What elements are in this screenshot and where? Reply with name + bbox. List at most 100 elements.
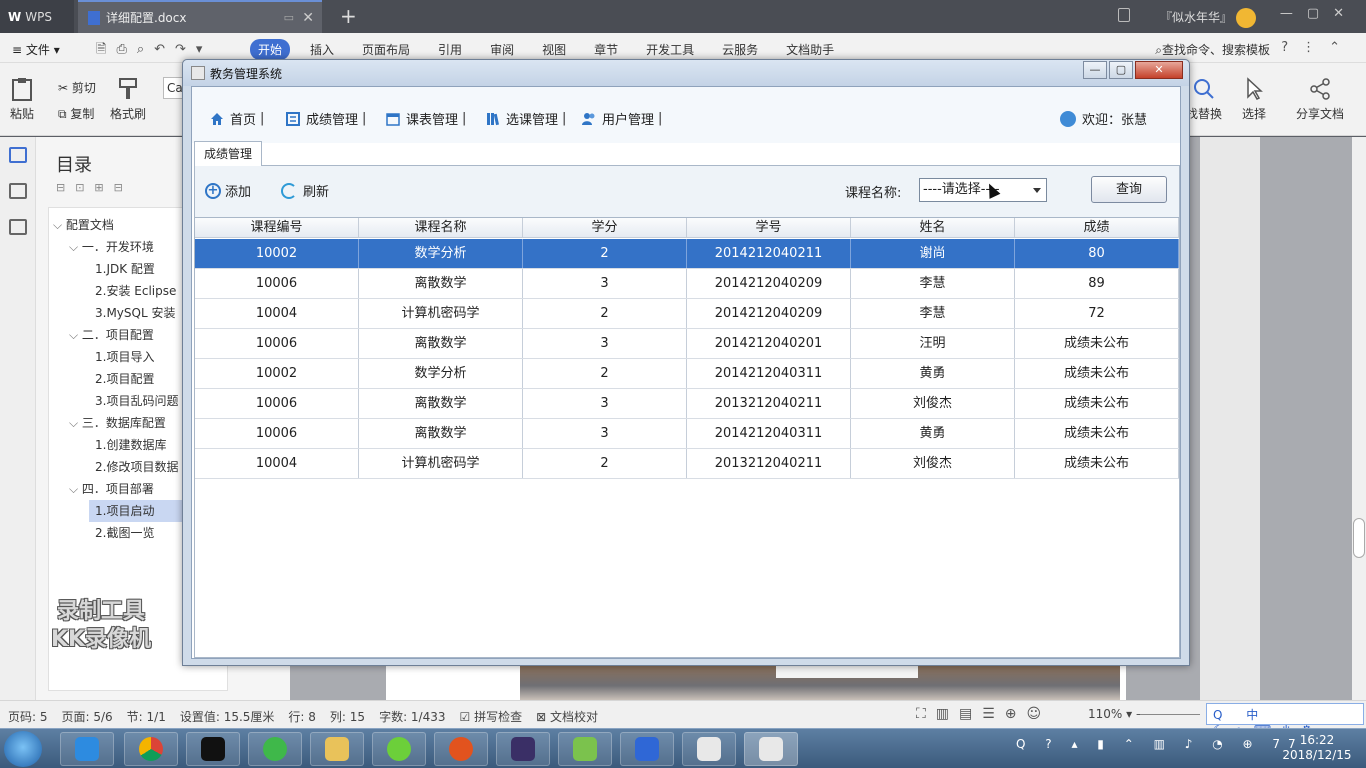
toc-item[interactable]: ⌵ 配置文档 bbox=[53, 214, 114, 236]
window-titlebar[interactable]: 教务管理系统 — ▢ ✕ bbox=[183, 60, 1189, 86]
taskbar-app-chrome[interactable] bbox=[124, 732, 178, 766]
toc-item[interactable]: ⌵ 二．项目配置 bbox=[69, 324, 154, 346]
vertical-scrollbar[interactable] bbox=[1352, 137, 1366, 700]
table-row[interactable]: 10002 数学分析 2 2014212040311 黄勇 成绩未公布 bbox=[195, 359, 1179, 389]
toc-item[interactable]: 2.截图一览 bbox=[95, 522, 154, 544]
user-account[interactable]: 『似水年华』 bbox=[1160, 8, 1256, 28]
close-button[interactable]: ✕ bbox=[1135, 61, 1183, 79]
toc-item[interactable]: 2.安装 Eclipse bbox=[95, 280, 176, 302]
taskbar-app-recorder[interactable] bbox=[434, 732, 488, 766]
toc-item[interactable]: 1.创建数据库 bbox=[95, 434, 166, 456]
table-row[interactable]: 10006 离散数学 3 2014212040201 汪明 成绩未公布 bbox=[195, 329, 1179, 359]
bookmark-icon[interactable] bbox=[9, 219, 27, 235]
toc-view-icon[interactable] bbox=[9, 147, 27, 163]
taskbar-app-eclipse[interactable] bbox=[496, 732, 550, 766]
table-row-selected[interactable]: 10002 数学分析 2 2014212040211 谢尚 80 bbox=[195, 239, 1179, 269]
minimize-button[interactable]: — bbox=[1083, 61, 1107, 79]
toc-item[interactable]: 3.MySQL 安装 bbox=[95, 302, 175, 324]
scrollbar-thumb[interactable] bbox=[1353, 518, 1365, 558]
table-row[interactable]: 10006 离散数学 3 2014212040311 黄勇 成绩未公布 bbox=[195, 419, 1179, 449]
find-replace-button[interactable]: 找替换 bbox=[1186, 77, 1222, 122]
chapter-view-icon[interactable] bbox=[9, 183, 27, 199]
nav-course-selection[interactable]: 选课管理 | bbox=[486, 109, 566, 128]
tab-cloud[interactable]: 云服务 bbox=[714, 39, 766, 60]
toc-item[interactable]: 2.项目配置 bbox=[95, 368, 154, 390]
tab-chapter[interactable]: 章节 bbox=[586, 39, 626, 60]
column-header-credits[interactable]: 学分 bbox=[523, 218, 687, 237]
column-header-name[interactable]: 姓名 bbox=[851, 218, 1015, 237]
taskbar-app-explorer[interactable] bbox=[310, 732, 364, 766]
toc-item[interactable]: ⌵ 四．项目部署 bbox=[69, 478, 154, 500]
select-button[interactable]: 选择 bbox=[1242, 77, 1266, 122]
taskbar-app-chart[interactable] bbox=[558, 732, 612, 766]
taskbar-app-green[interactable] bbox=[372, 732, 426, 766]
taskbar-app-java-active[interactable] bbox=[744, 732, 798, 766]
system-tray[interactable]: Q ? ▴ ▮ ⌃ ▥ ♪ ◔ ⊕ 77 bbox=[1016, 737, 1304, 751]
nav-schedule[interactable]: 课表管理 | bbox=[386, 109, 466, 128]
tab-page-layout[interactable]: 页面布局 bbox=[354, 39, 418, 60]
copy-button[interactable]: ⧉ 复制 bbox=[58, 105, 94, 122]
refresh-button[interactable]: 刷新 bbox=[281, 181, 329, 200]
window-controls[interactable]: —▢✕ bbox=[1280, 6, 1358, 21]
taskbar-app-wps[interactable] bbox=[620, 732, 674, 766]
tab-grade-management[interactable]: 成绩管理 bbox=[194, 141, 262, 166]
tab-review[interactable]: 审阅 bbox=[482, 39, 522, 60]
nav-users[interactable]: 用户管理 | bbox=[582, 109, 662, 128]
table-row[interactable]: 10006 离散数学 3 2014212040209 李慧 89 bbox=[195, 269, 1179, 299]
document-tab[interactable]: 详细配置.docx ▭ ✕ bbox=[78, 0, 322, 33]
cut-button[interactable]: ✂ 剪切 bbox=[58, 79, 96, 96]
zoom-slider[interactable] bbox=[1140, 714, 1200, 715]
column-header-course-name[interactable]: 课程名称 bbox=[359, 218, 523, 237]
proofread-button[interactable]: ⊠ 文档校对 bbox=[536, 708, 598, 725]
table-row[interactable]: 10006 离散数学 3 2013212040211 刘俊杰 成绩未公布 bbox=[195, 389, 1179, 419]
toc-item[interactable]: ⌵ 三．数据库配置 bbox=[69, 412, 166, 434]
column-header-student-id[interactable]: 学号 bbox=[687, 218, 851, 237]
format-painter-icon bbox=[119, 78, 137, 99]
add-button[interactable]: + 添加 bbox=[205, 181, 251, 200]
wps-home-tab[interactable]: W WPS bbox=[0, 0, 74, 33]
status-wordcount[interactable]: 字数: 1/433 bbox=[379, 708, 445, 725]
format-painter-button[interactable]: 格式刷 bbox=[110, 77, 146, 122]
toc-item[interactable]: 2.修改项目数据 bbox=[95, 456, 178, 478]
file-menu[interactable]: ≡ 文件 ▾ bbox=[12, 41, 60, 58]
column-header-course-id[interactable]: 课程编号 bbox=[195, 218, 359, 237]
maximize-button[interactable]: ▢ bbox=[1109, 61, 1133, 79]
share-document-button[interactable]: 分享文档 bbox=[1296, 77, 1344, 122]
nav-grades[interactable]: 成绩管理 | bbox=[286, 109, 366, 128]
table-row[interactable]: 10004 计算机密码学 2 2014212040209 李慧 72 bbox=[195, 299, 1179, 329]
clock[interactable]: 16:22 2018/12/15 bbox=[1282, 733, 1352, 763]
toc-item[interactable]: ⌵ 一．开发环境 bbox=[69, 236, 154, 258]
tab-close-icon[interactable]: ✕ bbox=[302, 10, 314, 26]
command-search[interactable]: ⌕查找命令、搜索模板 bbox=[1155, 41, 1270, 58]
font-name-box[interactable]: Ca bbox=[163, 77, 183, 99]
tab-window-icon[interactable]: ▭ bbox=[284, 11, 294, 24]
tab-doc-assistant[interactable]: 文档助手 bbox=[778, 39, 842, 60]
toc-tools[interactable]: ⊟⊡⊞⊟ bbox=[56, 181, 133, 194]
query-button[interactable]: 查询 bbox=[1091, 176, 1167, 203]
tab-start[interactable]: 开始 bbox=[250, 39, 291, 60]
ime-toolbar[interactable]: Q 中☾⚬⌨⁜⚙ bbox=[1206, 703, 1364, 737]
start-button[interactable] bbox=[4, 731, 42, 767]
course-name-select[interactable]: ----请选择---- bbox=[919, 178, 1047, 202]
taskbar-app-java[interactable] bbox=[682, 732, 736, 766]
spellcheck-button[interactable]: ☑ 拼写检查 bbox=[460, 708, 523, 725]
paste-button[interactable]: 粘贴 bbox=[10, 77, 34, 122]
nav-home[interactable]: 首页 | bbox=[210, 109, 264, 128]
device-icon[interactable] bbox=[1118, 8, 1130, 22]
taskbar-app-intellij[interactable] bbox=[186, 732, 240, 766]
column-header-grade[interactable]: 成绩 bbox=[1015, 218, 1179, 237]
tab-view[interactable]: 视图 bbox=[534, 39, 574, 60]
toc-item[interactable]: 1.JDK 配置 bbox=[95, 258, 155, 280]
tab-insert[interactable]: 插入 bbox=[302, 39, 342, 60]
help-more-icons[interactable]: ?⋮⌃ bbox=[1281, 40, 1354, 55]
tab-developer[interactable]: 开发工具 bbox=[638, 39, 702, 60]
toc-item[interactable]: 1.项目导入 bbox=[95, 346, 154, 368]
taskbar-app-wechat[interactable] bbox=[248, 732, 302, 766]
new-tab-button[interactable]: + bbox=[340, 4, 357, 28]
taskbar-app-star[interactable] bbox=[60, 732, 114, 766]
toc-item[interactable]: 3.项目乱码问题 bbox=[95, 390, 178, 412]
tab-references[interactable]: 引用 bbox=[430, 39, 470, 60]
view-mode-icons[interactable]: ⛶▥▤☰⊕☺ bbox=[916, 706, 1051, 722]
zoom-level[interactable]: 110% ▾ — bbox=[1088, 707, 1148, 721]
table-row[interactable]: 10004 计算机密码学 2 2013212040211 刘俊杰 成绩未公布 bbox=[195, 449, 1179, 479]
